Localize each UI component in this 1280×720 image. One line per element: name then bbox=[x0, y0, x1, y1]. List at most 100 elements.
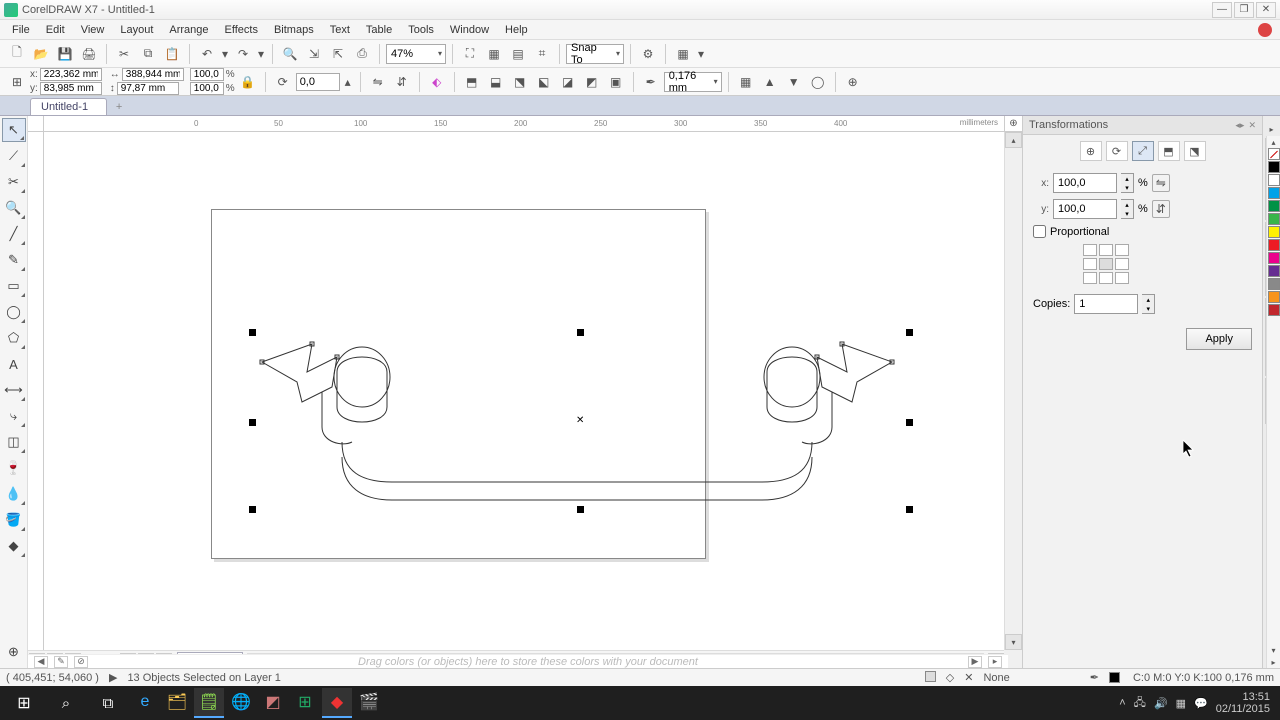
front-minus-back-button[interactable]: ◪ bbox=[557, 71, 579, 93]
play-icon[interactable]: ▶ bbox=[109, 671, 117, 684]
menu-file[interactable]: File bbox=[4, 22, 38, 38]
transform-x-spinner[interactable]: ▴▾ bbox=[1121, 173, 1134, 193]
save-button[interactable]: 💾 bbox=[54, 43, 76, 65]
taskbar-clock[interactable]: 13:51 02/11/2015 bbox=[1216, 691, 1270, 715]
object-origin-button[interactable]: ⊞ bbox=[6, 71, 28, 93]
palette-down[interactable]: ▾ bbox=[1268, 644, 1280, 656]
ungroup-button[interactable]: ⬖ bbox=[426, 71, 448, 93]
copies-input[interactable] bbox=[1074, 294, 1138, 314]
to-back-button[interactable]: ▼ bbox=[783, 71, 805, 93]
doc-tab-untitled[interactable]: Untitled-1 bbox=[30, 98, 107, 115]
menu-table[interactable]: Table bbox=[358, 22, 400, 38]
redo-button[interactable]: ↷ bbox=[232, 43, 254, 65]
intersect-button[interactable]: ⬔ bbox=[509, 71, 531, 93]
doc-palette-none[interactable]: ⊘ bbox=[74, 656, 88, 668]
close-button[interactable]: ✕ bbox=[1256, 2, 1276, 18]
swatch-red[interactable] bbox=[1268, 239, 1280, 251]
taskbar-edge[interactable]: e bbox=[130, 688, 160, 718]
anchor-ml[interactable] bbox=[1083, 258, 1097, 270]
anchor-mc[interactable] bbox=[1099, 258, 1113, 270]
menu-bitmaps[interactable]: Bitmaps bbox=[266, 22, 322, 38]
transparency-tool[interactable]: 🍷 bbox=[2, 456, 26, 480]
redo-dropdown[interactable]: ▾ bbox=[256, 43, 266, 65]
tray-action-icon[interactable]: 💬 bbox=[1194, 697, 1208, 710]
doc-palette-eyedrop[interactable]: ✎ bbox=[54, 656, 68, 668]
swatch-yellow[interactable] bbox=[1268, 226, 1280, 238]
shape-tool[interactable]: ⟋ bbox=[2, 144, 26, 168]
rectangle-tool[interactable]: ▭ bbox=[2, 274, 26, 298]
smart-fill-tool[interactable]: ◆ bbox=[2, 534, 26, 558]
ellipse-tool[interactable]: ◯ bbox=[2, 300, 26, 324]
swatch-black[interactable] bbox=[1268, 161, 1280, 173]
fill-indicator[interactable] bbox=[925, 671, 936, 685]
boundary-button[interactable]: ▣ bbox=[605, 71, 627, 93]
swatch-cyan[interactable] bbox=[1268, 187, 1280, 199]
tray-up-icon[interactable]: ˄ bbox=[1119, 697, 1125, 709]
crop-tool[interactable]: ✂ bbox=[2, 170, 26, 194]
mirror-v-toggle[interactable]: ⇵ bbox=[1152, 200, 1170, 218]
anchor-mr[interactable] bbox=[1115, 258, 1129, 270]
user-account-icon[interactable] bbox=[1258, 23, 1272, 37]
anchor-br[interactable] bbox=[1115, 272, 1129, 284]
parallel-dim-tool[interactable]: ⟷ bbox=[2, 378, 26, 402]
copies-spinner[interactable]: ▴▾ bbox=[1142, 294, 1155, 314]
scroll-up[interactable]: ▴ bbox=[1005, 132, 1022, 148]
menu-effects[interactable]: Effects bbox=[217, 22, 266, 38]
open-button[interactable]: 📂 bbox=[30, 43, 52, 65]
new-button[interactable]: 🗋 bbox=[6, 43, 28, 65]
height-input[interactable] bbox=[117, 82, 179, 95]
transform-skew-tab[interactable]: ⬔ bbox=[1184, 141, 1206, 161]
minimize-button[interactable]: — bbox=[1212, 2, 1232, 18]
anchor-tl[interactable] bbox=[1083, 244, 1097, 256]
ruler-horizontal[interactable]: 0 50 100 150 200 250 300 350 400 bbox=[44, 116, 1004, 132]
doc-palette-menu[interactable]: ▸ bbox=[988, 656, 1002, 668]
scale-x-input[interactable] bbox=[190, 68, 224, 81]
eyedropper-tool[interactable]: 💧 bbox=[2, 482, 26, 506]
launcher-dropdown[interactable]: ▾ bbox=[696, 43, 706, 65]
paste-button[interactable]: 📋 bbox=[161, 43, 183, 65]
palette-flyout[interactable]: ▸ bbox=[1268, 656, 1280, 668]
menu-tools[interactable]: Tools bbox=[400, 22, 442, 38]
show-guidelines-button[interactable]: ⌗ bbox=[531, 43, 553, 65]
anchor-bl[interactable] bbox=[1083, 272, 1097, 284]
sel-handle-tc[interactable] bbox=[577, 329, 584, 336]
drop-shadow-tool[interactable]: ◫ bbox=[2, 430, 26, 454]
publish-pdf-button[interactable]: ⎙ bbox=[351, 43, 373, 65]
taskbar-explorer[interactable]: 🗂 bbox=[162, 688, 192, 718]
show-grid-button[interactable]: ▤ bbox=[507, 43, 529, 65]
convert-curves-button[interactable]: ◯ bbox=[807, 71, 829, 93]
undo-button[interactable]: ↶ bbox=[196, 43, 218, 65]
drawing-view[interactable]: ✕ bbox=[44, 132, 1004, 650]
menu-view[interactable]: View bbox=[73, 22, 113, 38]
position-y-input[interactable] bbox=[40, 82, 102, 95]
simplify-button[interactable]: ⬕ bbox=[533, 71, 555, 93]
search-content-button[interactable]: 🔍 bbox=[279, 43, 301, 65]
taskbar-notepad[interactable]: 🗒 bbox=[194, 688, 224, 718]
options-button[interactable]: ⚙ bbox=[637, 43, 659, 65]
swatch-white[interactable] bbox=[1268, 174, 1280, 186]
menu-text[interactable]: Text bbox=[322, 22, 358, 38]
pick-tool[interactable]: ↖ bbox=[2, 118, 26, 142]
export-button[interactable]: ⇱ bbox=[327, 43, 349, 65]
vertical-scrollbar[interactable]: ▴ ▾ bbox=[1004, 132, 1022, 650]
zoom-level-combo[interactable]: 47% bbox=[386, 44, 446, 64]
transform-rotate-tab[interactable]: ⟳ bbox=[1106, 141, 1128, 161]
menu-help[interactable]: Help bbox=[497, 22, 536, 38]
apply-button[interactable]: Apply bbox=[1186, 328, 1252, 350]
tray-network-icon[interactable]: 🖧 bbox=[1134, 694, 1146, 713]
position-x-input[interactable] bbox=[40, 68, 102, 81]
transform-position-tab[interactable]: ⊕ bbox=[1080, 141, 1102, 161]
text-tool[interactable]: A bbox=[2, 352, 26, 376]
swatch-green[interactable] bbox=[1268, 200, 1280, 212]
mirror-horizontal-button[interactable]: ⇋ bbox=[367, 71, 389, 93]
launcher-button[interactable]: ▦ bbox=[672, 43, 694, 65]
mirror-h-toggle[interactable]: ⇋ bbox=[1152, 174, 1170, 192]
menu-arrange[interactable]: Arrange bbox=[161, 22, 216, 38]
ruler-origin[interactable] bbox=[28, 116, 44, 132]
trim-button[interactable]: ⬓ bbox=[485, 71, 507, 93]
zoom-tool[interactable]: 🔍 bbox=[2, 196, 26, 220]
doc-palette-next[interactable]: ▶ bbox=[968, 656, 982, 668]
rotation-spinner[interactable]: ▴ bbox=[342, 71, 354, 93]
docker-expand-icon[interactable]: ◂▸ bbox=[1235, 120, 1244, 131]
sel-handle-bc[interactable] bbox=[577, 506, 584, 513]
